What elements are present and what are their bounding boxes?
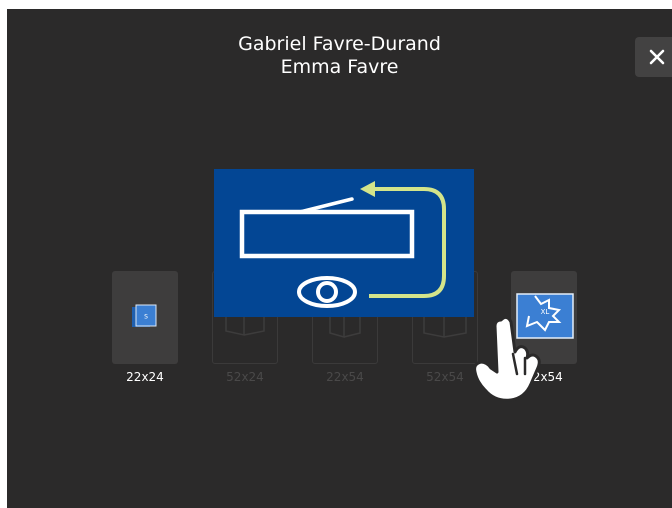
tap-hand-icon bbox=[473, 315, 541, 402]
rotate-device-icon bbox=[239, 181, 446, 308]
album-size-screen: Gabriel Favre-Durand Emma Favre S 22x24 … bbox=[7, 9, 672, 508]
small-book-icon: S bbox=[132, 304, 157, 327]
size-label: 22x54 bbox=[326, 370, 364, 384]
size-option-22x24[interactable]: S 22x24 bbox=[112, 271, 178, 384]
couple-names-title: Gabriel Favre-Durand Emma Favre bbox=[7, 33, 672, 79]
name-line-1: Gabriel Favre-Durand bbox=[238, 33, 441, 55]
small-book-badge: S bbox=[144, 314, 148, 321]
rotate-device-overlay bbox=[214, 169, 474, 317]
size-label: 22x24 bbox=[126, 370, 164, 384]
close-icon bbox=[649, 49, 665, 65]
close-button[interactable] bbox=[635, 37, 672, 77]
name-line-2: Emma Favre bbox=[280, 56, 399, 78]
size-label: 52x24 bbox=[226, 370, 264, 384]
